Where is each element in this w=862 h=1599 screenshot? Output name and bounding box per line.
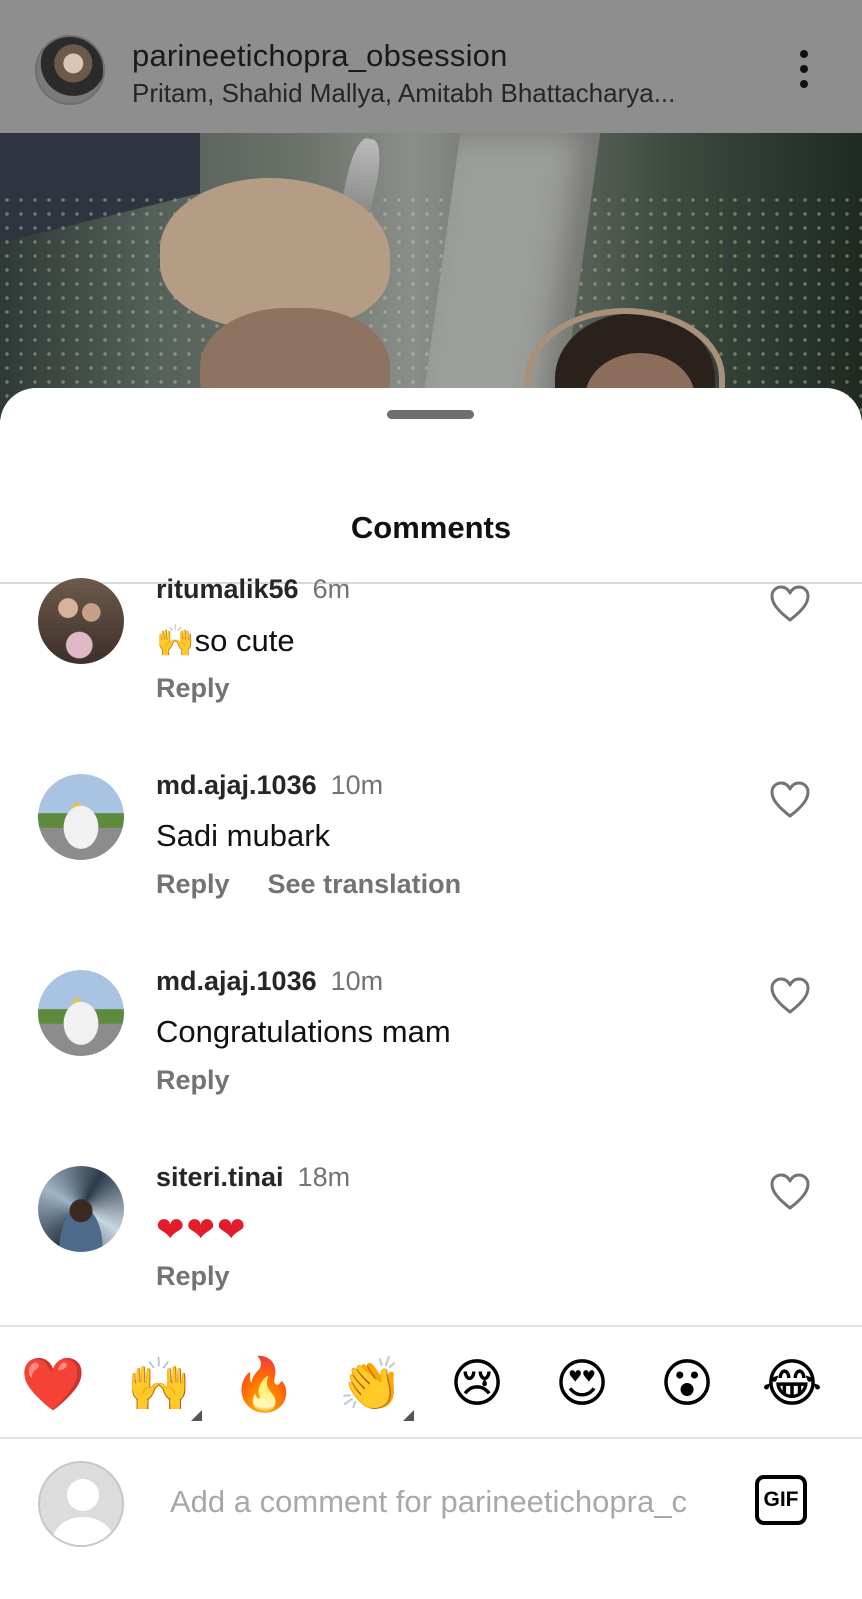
audio-credits[interactable]: Pritam, Shahid Mallya, Amitabh Bhattacha… [132, 78, 675, 109]
comment-text: Sadi mubark [156, 818, 331, 853]
comment-item: md.ajaj.1036 10m Congratulations mam Repl… [0, 966, 862, 1146]
comment-text: so cute [194, 623, 295, 658]
comment-time: 18m [297, 1162, 351, 1192]
raised-hands-emoji[interactable]: 🙌 [124, 1349, 202, 1421]
reply-button[interactable]: Reply [156, 673, 230, 703]
heart-emojis: ❤❤❤ [156, 1210, 248, 1250]
comment-item: md.ajaj.1036 10m Sadi mubark Reply See tra… [0, 770, 862, 950]
skin-tone-indicator-icon [403, 1410, 414, 1421]
comment-username[interactable]: siteri.tinai [156, 1162, 284, 1192]
gif-button[interactable]: GIF [755, 1475, 807, 1525]
crying-face-emoji[interactable]: 😢 [442, 1349, 512, 1419]
see-translation-button[interactable]: See translation [268, 869, 462, 899]
sheet-title: Comments [350, 510, 512, 545]
raised-hands-emoji: 🙌 [156, 623, 195, 659]
avatar[interactable] [38, 1166, 124, 1252]
profile-avatar[interactable] [35, 35, 105, 105]
heart-icon[interactable] [769, 584, 811, 624]
post-image [0, 83, 862, 420]
avatar[interactable] [38, 774, 124, 860]
comment-time: 6m [312, 574, 351, 604]
raised-hands-emoji-glyph: 🙌 [126, 1354, 192, 1415]
more-options-icon[interactable] [796, 50, 812, 90]
heart-icon[interactable] [769, 1172, 811, 1212]
avatar[interactable] [38, 578, 124, 664]
sheet-drag-handle[interactable] [387, 410, 474, 419]
comment-composer: GIF [0, 1439, 862, 1599]
fire-emoji[interactable]: 🔥 [229, 1349, 299, 1419]
reply-button[interactable]: Reply [156, 869, 230, 899]
comment-item: ritumalik56 6m 🙌so cute Reply [0, 574, 862, 754]
comment-time: 10m [330, 966, 384, 996]
tears-of-joy-emoji[interactable]: 😂 [757, 1349, 827, 1419]
heart-eyes-emoji[interactable]: 😍 [547, 1349, 617, 1419]
comment-input[interactable] [170, 1477, 730, 1527]
comment-username[interactable]: md.ajaj.1036 [156, 966, 317, 996]
skin-tone-indicator-icon [191, 1410, 202, 1421]
reply-button[interactable]: Reply [156, 1261, 230, 1291]
comment-time: 10m [330, 770, 384, 800]
reply-button[interactable]: Reply [156, 1065, 230, 1095]
my-avatar [38, 1461, 124, 1547]
clapping-hands-emoji-glyph: 👏 [338, 1354, 404, 1415]
comment-username[interactable]: md.ajaj.1036 [156, 770, 317, 800]
avatar[interactable] [38, 970, 124, 1056]
post-background: parineetichopra_obsession Pritam, Shahid… [0, 0, 862, 420]
red-heart-emoji[interactable]: ❤️ [18, 1349, 88, 1419]
comment-item: siteri.tinai 18m ❤❤❤ Reply [0, 1162, 862, 1342]
post-header: parineetichopra_obsession Pritam, Shahid… [0, 0, 862, 133]
heart-icon[interactable] [769, 780, 811, 820]
post-username[interactable]: parineetichopra_obsession [132, 38, 508, 74]
clapping-hands-emoji[interactable]: 👏 [336, 1349, 414, 1421]
comment-text: Congratulations mam [156, 1014, 451, 1049]
comment-username[interactable]: ritumalik56 [156, 574, 299, 604]
surprised-face-emoji[interactable]: 😮 [652, 1349, 722, 1419]
quick-reaction-bar: ❤️ 🙌 🔥 👏 😢 😍 😮 😂 [0, 1325, 862, 1439]
heart-icon[interactable] [769, 976, 811, 1016]
